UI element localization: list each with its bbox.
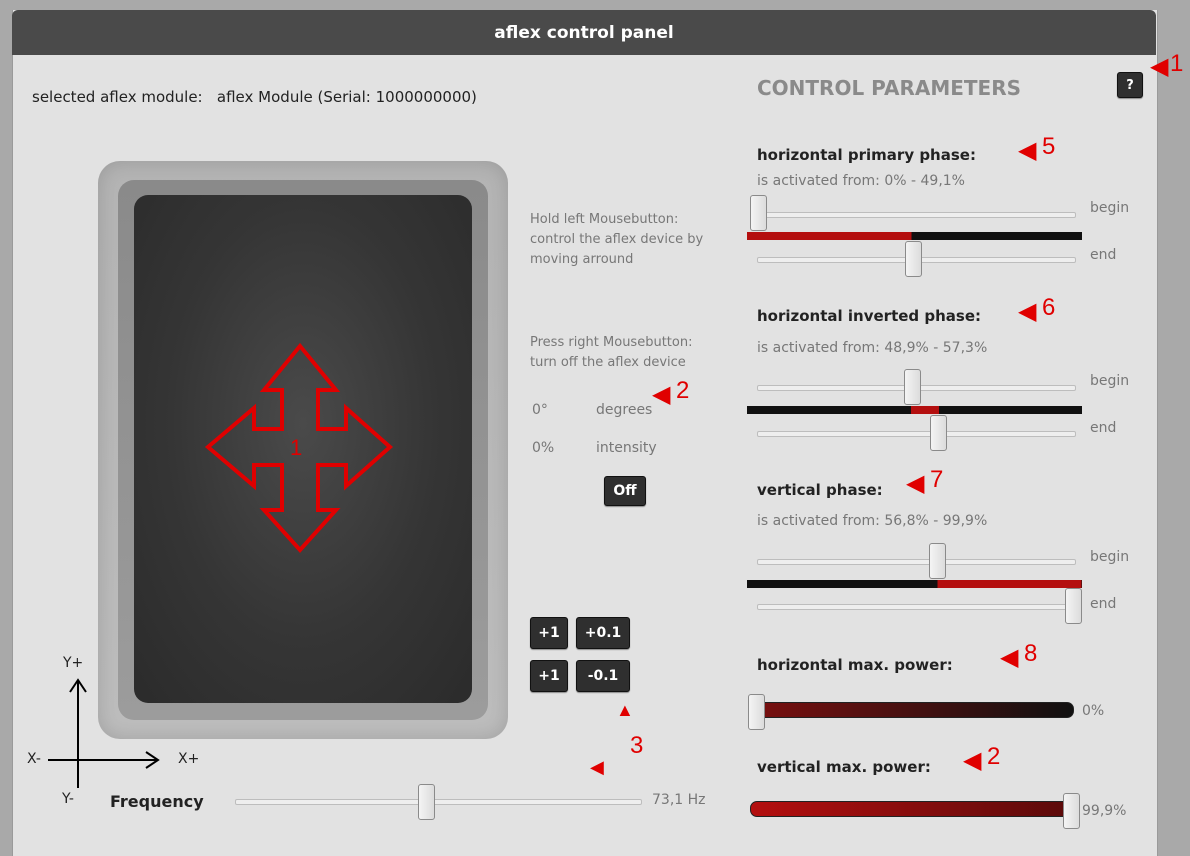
v-range-bar bbox=[747, 580, 1082, 588]
vertical-phase-range: is activated from: 56,8% - 99,9% bbox=[757, 513, 988, 529]
hi-end-label: end bbox=[1090, 420, 1117, 436]
left-button-help: Hold left Mousebutton: control the aflex… bbox=[530, 210, 703, 270]
plus-one-button[interactable]: +1 bbox=[530, 617, 568, 649]
window-title: aflex control panel bbox=[12, 10, 1156, 55]
left-help-line2: control the aflex device by bbox=[530, 232, 704, 247]
horizontal-power-thumb[interactable] bbox=[748, 694, 765, 730]
annotation-3-arrow-left: ◀ bbox=[590, 757, 604, 777]
degrees-value: 0° bbox=[532, 402, 548, 418]
intensity-label: intensity bbox=[596, 440, 657, 456]
v-end-label: end bbox=[1090, 596, 1117, 612]
x-minus-label: X- bbox=[27, 751, 41, 767]
vertical-power-title: vertical max. power: bbox=[757, 758, 931, 776]
annotation-3: 3 bbox=[630, 732, 644, 759]
control-parameters-title: CONTROL PARAMETERS bbox=[757, 76, 1022, 100]
v-begin-thumb[interactable] bbox=[928, 543, 946, 579]
module-label: selected aflex module: aflex Module (Ser… bbox=[32, 88, 477, 106]
y-minus-label: Y- bbox=[62, 791, 74, 807]
horizontal-inverted-range: is activated from: 48,9% - 57,3% bbox=[757, 340, 988, 356]
axes-icon bbox=[48, 678, 160, 788]
plus-tenth-button[interactable]: +0.1 bbox=[576, 617, 630, 649]
help-button[interactable]: ? bbox=[1117, 72, 1143, 98]
v-end-thumb[interactable] bbox=[1064, 588, 1082, 624]
y-plus-label: Y+ bbox=[63, 655, 84, 671]
degrees-label: degrees bbox=[596, 402, 653, 418]
vertical-power-slider[interactable] bbox=[750, 801, 1074, 817]
annotation-2b: 2 bbox=[987, 743, 1001, 770]
hp-range-bar bbox=[747, 232, 1082, 240]
annotation-8-arrow: ◀ bbox=[1000, 644, 1019, 671]
pad-center-marker: 1 bbox=[290, 435, 303, 460]
frequency-value: 73,1 Hz bbox=[652, 792, 706, 808]
minus-tenth-button[interactable]: -0.1 bbox=[576, 660, 630, 692]
plus-one-button-2[interactable]: +1 bbox=[530, 660, 568, 692]
hi-range-bar bbox=[747, 406, 1082, 414]
annotation-6-arrow: ◀ bbox=[1018, 298, 1037, 325]
off-button[interactable]: Off bbox=[604, 476, 646, 506]
v-begin-track[interactable] bbox=[757, 559, 1076, 565]
annotation-8: 8 bbox=[1024, 640, 1038, 667]
annotation-7-arrow: ◀ bbox=[906, 470, 925, 497]
module-label-text: selected aflex module: bbox=[32, 88, 203, 106]
horizontal-primary-range: is activated from: 0% - 49,1% bbox=[757, 173, 965, 189]
vertical-phase-title: vertical phase: bbox=[757, 481, 883, 499]
hp-begin-label: begin bbox=[1090, 200, 1130, 216]
horizontal-power-slider[interactable] bbox=[750, 702, 1074, 718]
hi-end-track[interactable] bbox=[757, 431, 1076, 437]
x-plus-label: X+ bbox=[178, 751, 200, 767]
module-value: aflex Module (Serial: 1000000000) bbox=[216, 88, 477, 106]
hi-end-thumb[interactable] bbox=[930, 415, 948, 451]
hp-begin-thumb[interactable] bbox=[750, 195, 767, 231]
left-help-line1: Hold left Mousebutton: bbox=[530, 212, 679, 227]
right-help-line1: Press right Mousebutton: bbox=[530, 335, 693, 350]
intensity-value: 0% bbox=[532, 440, 555, 456]
right-help-line2: turn off the aflex device bbox=[530, 355, 686, 370]
frequency-label: Frequency bbox=[110, 792, 204, 811]
frequency-slider-thumb[interactable] bbox=[418, 784, 435, 820]
annotation-7: 7 bbox=[930, 466, 944, 493]
hp-end-label: end bbox=[1090, 247, 1117, 263]
horizontal-inverted-title: horizontal inverted phase: bbox=[757, 307, 982, 325]
annotation-2: 2 bbox=[676, 377, 690, 404]
hi-begin-thumb[interactable] bbox=[904, 369, 922, 405]
frequency-slider-track[interactable] bbox=[235, 799, 642, 805]
horizontal-power-title: horizontal max. power: bbox=[757, 656, 953, 674]
annotation-3-arrow-up: ▲ bbox=[616, 700, 634, 720]
vertical-power-value: 99,9% bbox=[1082, 803, 1127, 819]
annotation-1: 1 bbox=[1170, 50, 1184, 77]
annotation-1-arrow: ◀ bbox=[1150, 53, 1169, 80]
annotation-5: 5 bbox=[1042, 133, 1056, 160]
horizontal-primary-title: horizontal primary phase: bbox=[757, 146, 976, 164]
horizontal-power-value: 0% bbox=[1082, 703, 1105, 719]
annotation-5-arrow: ◀ bbox=[1018, 137, 1037, 164]
annotation-2b-arrow: ◀ bbox=[963, 747, 982, 774]
annotation-2-arrow: ◀ bbox=[652, 381, 671, 408]
left-help-line3: moving arround bbox=[530, 252, 634, 267]
hp-end-thumb[interactable] bbox=[904, 241, 922, 277]
vertical-power-thumb[interactable] bbox=[1062, 793, 1080, 829]
v-begin-label: begin bbox=[1090, 549, 1130, 565]
hi-begin-label: begin bbox=[1090, 373, 1130, 389]
annotation-6: 6 bbox=[1042, 294, 1056, 321]
v-end-track[interactable] bbox=[757, 604, 1076, 610]
right-button-help: Press right Mousebutton: turn off the af… bbox=[530, 333, 692, 373]
hp-begin-track[interactable] bbox=[757, 212, 1076, 218]
